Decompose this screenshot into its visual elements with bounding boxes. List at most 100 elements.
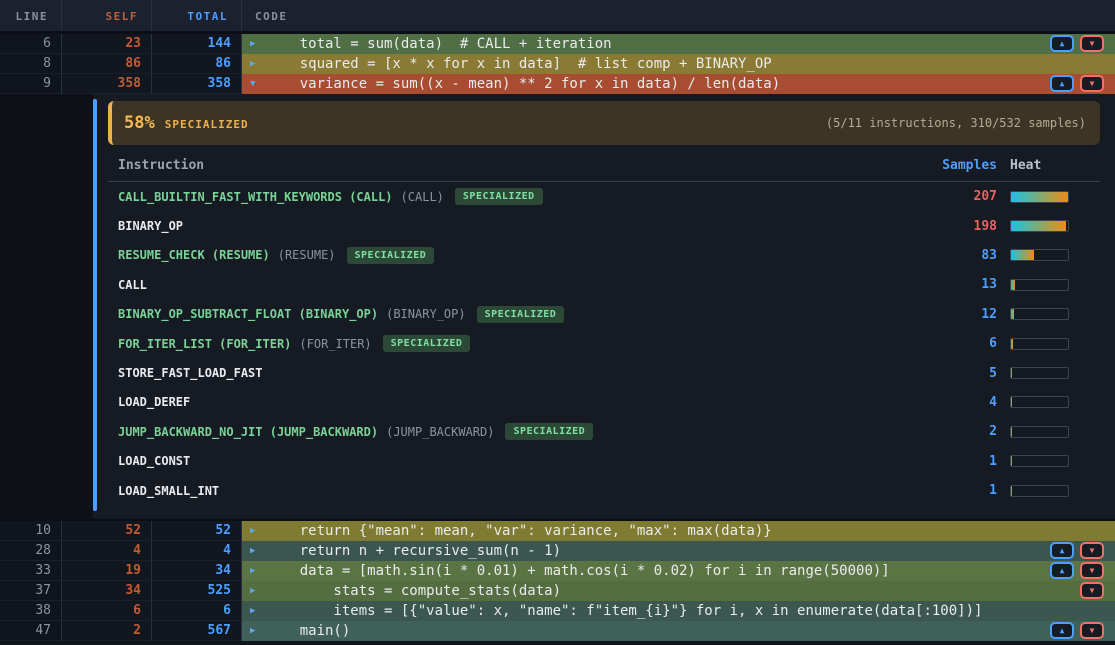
specialized-badge: SPECIALIZED <box>477 306 565 323</box>
triangle-right-icon[interactable]: ▶ <box>250 546 266 556</box>
jump-prev-button[interactable]: ▲ <box>1050 35 1074 52</box>
triangle-right-icon[interactable]: ▶ <box>250 526 266 536</box>
instruction-table-header: Instruction Samples Heat <box>108 154 1100 182</box>
jump-prev-button[interactable]: ▲ <box>1050 542 1074 559</box>
instruction-samples: 1 <box>927 454 997 469</box>
row-buttons: ▲▼ <box>1050 35 1104 52</box>
row-buttons: ▲▼ <box>1050 75 1104 92</box>
jump-prev-button[interactable]: ▲ <box>1050 75 1074 92</box>
code-line-row: 37 34 525 ▶ stats = compute_stats(data) … <box>0 581 1115 601</box>
code-text: stats = compute_stats(data) <box>266 583 561 599</box>
code-text: items = [{"value": x, "name": f"item_{i}… <box>266 603 982 619</box>
table-header-row: LINE SELF TOTAL CODE <box>0 0 1115 34</box>
total-sample-count: 52 <box>152 521 242 541</box>
code-cell[interactable]: ▼ variance = sum((x - mean) ** 2 for x i… <box>242 74 1115 94</box>
instruction-name-cell: LOAD_SMALL_INT <box>108 484 927 498</box>
row-buttons: ▲▼ <box>1050 542 1104 559</box>
column-header-line[interactable]: LINE <box>0 0 62 31</box>
triangle-right-icon[interactable]: ▶ <box>250 39 266 49</box>
heat-bar-fill <box>1011 397 1012 407</box>
total-sample-count: 4 <box>152 541 242 561</box>
instruction-name-cell: CALL <box>108 278 927 292</box>
triangle-right-icon[interactable]: ▶ <box>250 626 266 636</box>
instruction-name: LOAD_CONST <box>118 454 190 468</box>
code-cell[interactable]: ▶ squared = [x * x for x in data] # list… <box>242 54 1115 74</box>
triangle-right-icon[interactable]: ▶ <box>250 586 266 596</box>
specialized-badge: SPECIALIZED <box>383 335 471 352</box>
specialization-summary-banner: 58% SPECIALIZED (5/11 instructions, 310/… <box>108 101 1100 145</box>
instruction-row: LOAD_SMALL_INT 1 <box>108 476 1100 505</box>
instruction-samples: 6 <box>927 336 997 351</box>
instruction-base-opcode: (FOR_ITER) <box>299 337 371 351</box>
self-sample-count: 2 <box>62 621 152 641</box>
panel-content: 58% SPECIALIZED (5/11 instructions, 310/… <box>108 94 1100 519</box>
instruction-row: BINARY_OP_SUBTRACT_FLOAT (BINARY_OP) (BI… <box>108 300 1100 329</box>
instruction-samples: 12 <box>927 307 997 322</box>
instruction-name: CALL <box>118 278 147 292</box>
triangle-right-icon[interactable]: ▶ <box>250 606 266 616</box>
triangle-right-icon[interactable]: ▶ <box>250 566 266 576</box>
specialized-badge: SPECIALIZED <box>505 423 593 440</box>
line-number: 9 <box>0 74 62 94</box>
instruction-samples: 5 <box>927 366 997 381</box>
line-number: 33 <box>0 561 62 581</box>
code-cell[interactable]: ▶ data = [math.sin(i * 0.01) + math.cos(… <box>242 561 1115 581</box>
code-cell[interactable]: ▶ main() ▲▼ <box>242 621 1115 641</box>
header-samples[interactable]: Samples <box>927 158 997 173</box>
heat-bar <box>1010 220 1069 232</box>
jump-next-button[interactable]: ▼ <box>1080 542 1104 559</box>
column-header-self[interactable]: SELF <box>62 0 152 31</box>
jump-next-button[interactable]: ▼ <box>1080 35 1104 52</box>
total-sample-count: 525 <box>152 581 242 601</box>
code-line-row: 10 52 52 ▶ return {"mean": mean, "var": … <box>0 521 1115 541</box>
instruction-name: RESUME_CHECK (RESUME) <box>118 248 270 262</box>
self-sample-count: 23 <box>62 34 152 54</box>
instruction-samples: 2 <box>927 424 997 439</box>
self-sample-count: 358 <box>62 74 152 94</box>
self-sample-count: 52 <box>62 521 152 541</box>
heat-bar-fill <box>1011 280 1015 290</box>
code-cell[interactable]: ▶ return n + recursive_sum(n - 1) ▲▼ <box>242 541 1115 561</box>
jump-next-button[interactable]: ▼ <box>1080 75 1104 92</box>
triangle-down-icon[interactable]: ▼ <box>250 79 266 89</box>
triangle-right-icon[interactable]: ▶ <box>250 59 266 69</box>
line-number: 38 <box>0 601 62 621</box>
self-sample-count: 86 <box>62 54 152 74</box>
instruction-name-cell: LOAD_CONST <box>108 454 927 468</box>
profiler-window: LINE SELF TOTAL CODE 6 23 144 ▶ total = … <box>0 0 1115 645</box>
instruction-name: BINARY_OP_SUBTRACT_FLOAT (BINARY_OP) <box>118 307 378 321</box>
specialized-badge: SPECIALIZED <box>347 247 435 264</box>
row-buttons: ▲▼ <box>1050 562 1104 579</box>
instruction-row: LOAD_DEREF 4 <box>108 388 1100 417</box>
code-cell[interactable]: ▶ stats = compute_stats(data) ▼ <box>242 581 1115 601</box>
instruction-base-opcode: (CALL) <box>401 190 444 204</box>
code-cell[interactable]: ▶ return {"mean": mean, "var": variance,… <box>242 521 1115 541</box>
code-cell[interactable]: ▶ items = [{"value": x, "name": f"item_{… <box>242 601 1115 621</box>
code-text: return {"mean": mean, "var": variance, "… <box>266 523 772 539</box>
header-heat: Heat <box>1010 158 1069 173</box>
heat-bar <box>1010 426 1069 438</box>
column-header-total[interactable]: TOTAL <box>152 0 242 31</box>
instruction-name-cell: LOAD_DEREF <box>108 395 927 409</box>
heat-bar-fill <box>1011 368 1012 378</box>
jump-prev-button[interactable]: ▲ <box>1050 562 1074 579</box>
instruction-row: RESUME_CHECK (RESUME) (RESUME) SPECIALIZ… <box>108 241 1100 270</box>
specialized-label: SPECIALIZED <box>165 118 249 131</box>
code-cell[interactable]: ▶ total = sum(data) # CALL + iteration ▲… <box>242 34 1115 54</box>
instruction-samples: 13 <box>927 277 997 292</box>
instruction-name: STORE_FAST_LOAD_FAST <box>118 366 263 380</box>
jump-next-button[interactable]: ▼ <box>1080 582 1104 599</box>
heat-bar <box>1010 485 1069 497</box>
instruction-name: LOAD_DEREF <box>118 395 190 409</box>
jump-next-button[interactable]: ▼ <box>1080 622 1104 639</box>
heat-bar <box>1010 455 1069 467</box>
code-line-row: 38 6 6 ▶ items = [{"value": x, "name": f… <box>0 601 1115 621</box>
jump-next-button[interactable]: ▼ <box>1080 562 1104 579</box>
line-number: 37 <box>0 581 62 601</box>
line-number: 8 <box>0 54 62 74</box>
jump-prev-button[interactable]: ▲ <box>1050 622 1074 639</box>
heat-bar-fill <box>1011 192 1068 202</box>
instruction-row: STORE_FAST_LOAD_FAST 5 <box>108 358 1100 387</box>
code-rows-bottom: 10 52 52 ▶ return {"mean": mean, "var": … <box>0 519 1115 641</box>
instruction-name-cell: JUMP_BACKWARD_NO_JIT (JUMP_BACKWARD) (JU… <box>108 423 927 440</box>
